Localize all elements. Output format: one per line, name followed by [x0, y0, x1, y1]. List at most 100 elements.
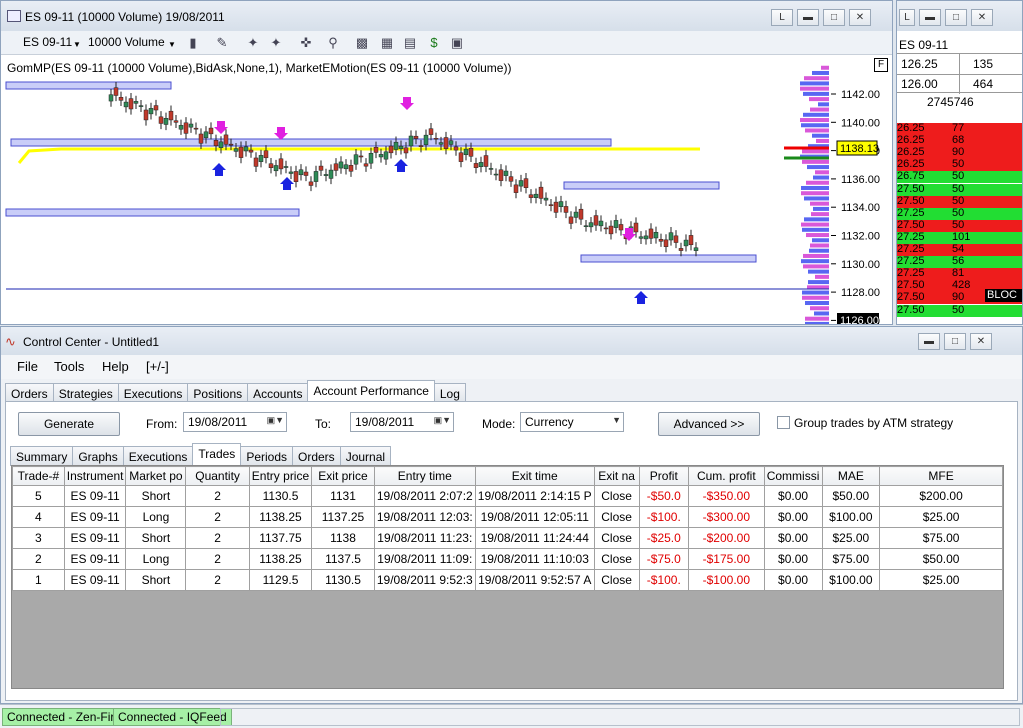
candle-body: [528, 194, 534, 198]
table-cell: ES 09-11: [63, 569, 127, 591]
table-row[interactable]: 1 ES 09-11 Short 2 1129.5 1130.5 19/08/2011 9:…: [12, 569, 1003, 591]
dollar-icon[interactable]: $: [425, 34, 443, 51]
chevron-down-icon[interactable]: ▼: [612, 415, 621, 425]
table-row[interactable]: 3 ES 09-11 Short 2 1137.75 1138 19/08/2011 11:…: [12, 527, 1003, 549]
column-header[interactable]: Quantity: [185, 466, 250, 486]
menu-tools[interactable]: Tools: [54, 359, 84, 374]
column-header[interactable]: Trade-#: [12, 466, 65, 486]
buy-arrow-icon: [280, 177, 294, 190]
table-cell: 2: [185, 485, 250, 507]
subtab-executions[interactable]: Executions: [122, 446, 194, 466]
control-center-title-bar[interactable]: ∿ Control Center - Untitled1 ▬ □ ✕: [1, 327, 1022, 355]
table-cell: ES 09-11: [63, 548, 127, 570]
calendar-icon[interactable]: ▣▼: [267, 415, 284, 426]
dom-link-button[interactable]: L: [899, 9, 915, 26]
chart-properties-icon[interactable]: ▤: [401, 34, 419, 51]
column-header[interactable]: Exit price: [311, 466, 375, 486]
link-button[interactable]: L: [771, 9, 793, 26]
block-label: BLOC: [985, 289, 1022, 302]
column-header[interactable]: MAE: [821, 466, 881, 486]
candle-body: [263, 150, 269, 159]
subtab-trades[interactable]: Trades: [192, 443, 242, 466]
tab-positions[interactable]: Positions: [187, 383, 249, 403]
tab-accounts[interactable]: Accounts: [247, 383, 309, 403]
dom-minimize-icon[interactable]: ▬: [919, 9, 941, 26]
price-chart[interactable]: 1142.001140.001138.001136.001134.001132.…: [1, 55, 893, 325]
from-date-input[interactable]: 19/08/2011 ▣▼: [183, 412, 287, 432]
table-row[interactable]: 5 ES 09-11 Short 2 1130.5 1131 19/08/2011 2:07…: [12, 485, 1003, 507]
column-header[interactable]: Cum. profit: [688, 466, 765, 486]
to-date-input[interactable]: 19/08/2011 ▣▼: [350, 412, 454, 432]
chart-canvas[interactable]: 1142.001140.001138.001136.001134.001132.…: [1, 55, 893, 325]
column-header[interactable]: MFE: [879, 466, 1003, 486]
menu-toggle[interactable]: [+/-]: [146, 359, 169, 374]
volume-profile-bar: [810, 243, 829, 248]
advanced-button[interactable]: Advanced >>: [658, 412, 760, 436]
crosshair-icon[interactable]: ✜: [297, 34, 315, 51]
column-header[interactable]: Profit: [638, 466, 690, 486]
table-row[interactable]: 4 ES 09-11 Long 2 1138.25 1137.25 19/08/2011 1…: [12, 506, 1003, 528]
interval-dropdown-icon[interactable]: ▼: [168, 40, 176, 49]
tab-strategies[interactable]: Strategies: [52, 383, 119, 403]
tab-orders[interactable]: Orders: [5, 383, 54, 403]
candle-body: [433, 138, 439, 140]
volume-profile-bar: [813, 175, 829, 180]
table-cell: $100.00: [821, 569, 881, 591]
dom-close-icon[interactable]: ✕: [971, 9, 993, 26]
panel-flag[interactable]: F: [874, 58, 888, 72]
column-header[interactable]: Commissi: [763, 466, 823, 486]
pin-icon[interactable]: ✦: [244, 34, 262, 51]
column-header[interactable]: Entry price: [248, 466, 313, 486]
chart-window-title: ES 09-11 (10000 Volume) 19/08/2011: [25, 10, 225, 24]
table-cell: Close: [593, 485, 640, 507]
tab-log[interactable]: Log: [433, 383, 466, 403]
generate-button[interactable]: Generate: [18, 412, 120, 436]
subtab-periods[interactable]: Periods: [240, 446, 293, 466]
bar-type-icon[interactable]: ▮: [184, 34, 202, 51]
candle-body: [368, 152, 374, 164]
group-trades-checkbox[interactable]: [777, 416, 790, 429]
table-cell: 19/08/2011 12:03:: [373, 506, 476, 528]
tab-account-performance[interactable]: Account Performance: [307, 380, 435, 403]
dom-maximize-icon[interactable]: □: [945, 9, 967, 26]
column-header[interactable]: Exit na: [593, 466, 640, 486]
subtab-orders[interactable]: Orders: [292, 446, 341, 466]
column-header[interactable]: Market po: [125, 466, 187, 486]
tab-executions[interactable]: Executions: [117, 383, 189, 403]
column-header[interactable]: Entry time: [373, 466, 476, 486]
candle-body: [373, 147, 379, 153]
chart-title-bar[interactable]: ES 09-11 (10000 Volume) 19/08/2011 L ▬ □…: [1, 1, 892, 31]
sell-arrow-icon: [400, 97, 414, 110]
cc-maximize-icon[interactable]: □: [944, 333, 966, 350]
volume-profile-bar: [810, 306, 829, 311]
close-icon[interactable]: ✕: [849, 9, 871, 26]
table-row[interactable]: 2 ES 09-11 Long 2 1138.25 1137.5 19/08/2011 11…: [12, 548, 1003, 570]
mode-select[interactable]: Currency ▼: [520, 412, 624, 432]
dom-title-bar[interactable]: L ▬ □ ✕: [897, 1, 1022, 31]
instrument-dropdown-icon[interactable]: ▼: [73, 40, 81, 49]
trades-grid[interactable]: Trade-# Instrument Market po Quantity Entry …: [11, 465, 1004, 689]
instrument-selector[interactable]: ES 09-11: [23, 35, 72, 49]
column-header[interactable]: Exit time: [474, 466, 595, 486]
column-header[interactable]: Instrument: [63, 466, 127, 486]
subtab-graphs[interactable]: Graphs: [72, 446, 124, 466]
indicators-icon[interactable]: ▩: [353, 34, 371, 51]
calendar-icon[interactable]: ▣▼: [434, 415, 451, 426]
draw-pencil-icon[interactable]: ✎: [213, 34, 231, 51]
interval-selector[interactable]: 10000 Volume: [88, 35, 165, 49]
table-cell: $50.00: [879, 548, 1003, 570]
subtab-summary[interactable]: Summary: [10, 446, 74, 466]
subtab-journal[interactable]: Journal: [339, 446, 392, 466]
pin-grey-icon[interactable]: ✦: [267, 34, 285, 51]
strategies-icon[interactable]: ▦: [378, 34, 396, 51]
zoom-icon[interactable]: ⚲: [324, 34, 342, 51]
maximize-icon[interactable]: □: [823, 9, 845, 26]
cc-minimize-icon[interactable]: ▬: [918, 333, 940, 350]
table-cell: 1129.5: [248, 569, 313, 591]
table-cell: -$25.0: [638, 527, 690, 549]
menu-help[interactable]: Help: [102, 359, 129, 374]
cc-close-icon[interactable]: ✕: [970, 333, 992, 350]
minimize-icon[interactable]: ▬: [797, 9, 819, 26]
data-box-icon[interactable]: ▣: [448, 34, 466, 51]
menu-file[interactable]: File: [17, 359, 38, 374]
